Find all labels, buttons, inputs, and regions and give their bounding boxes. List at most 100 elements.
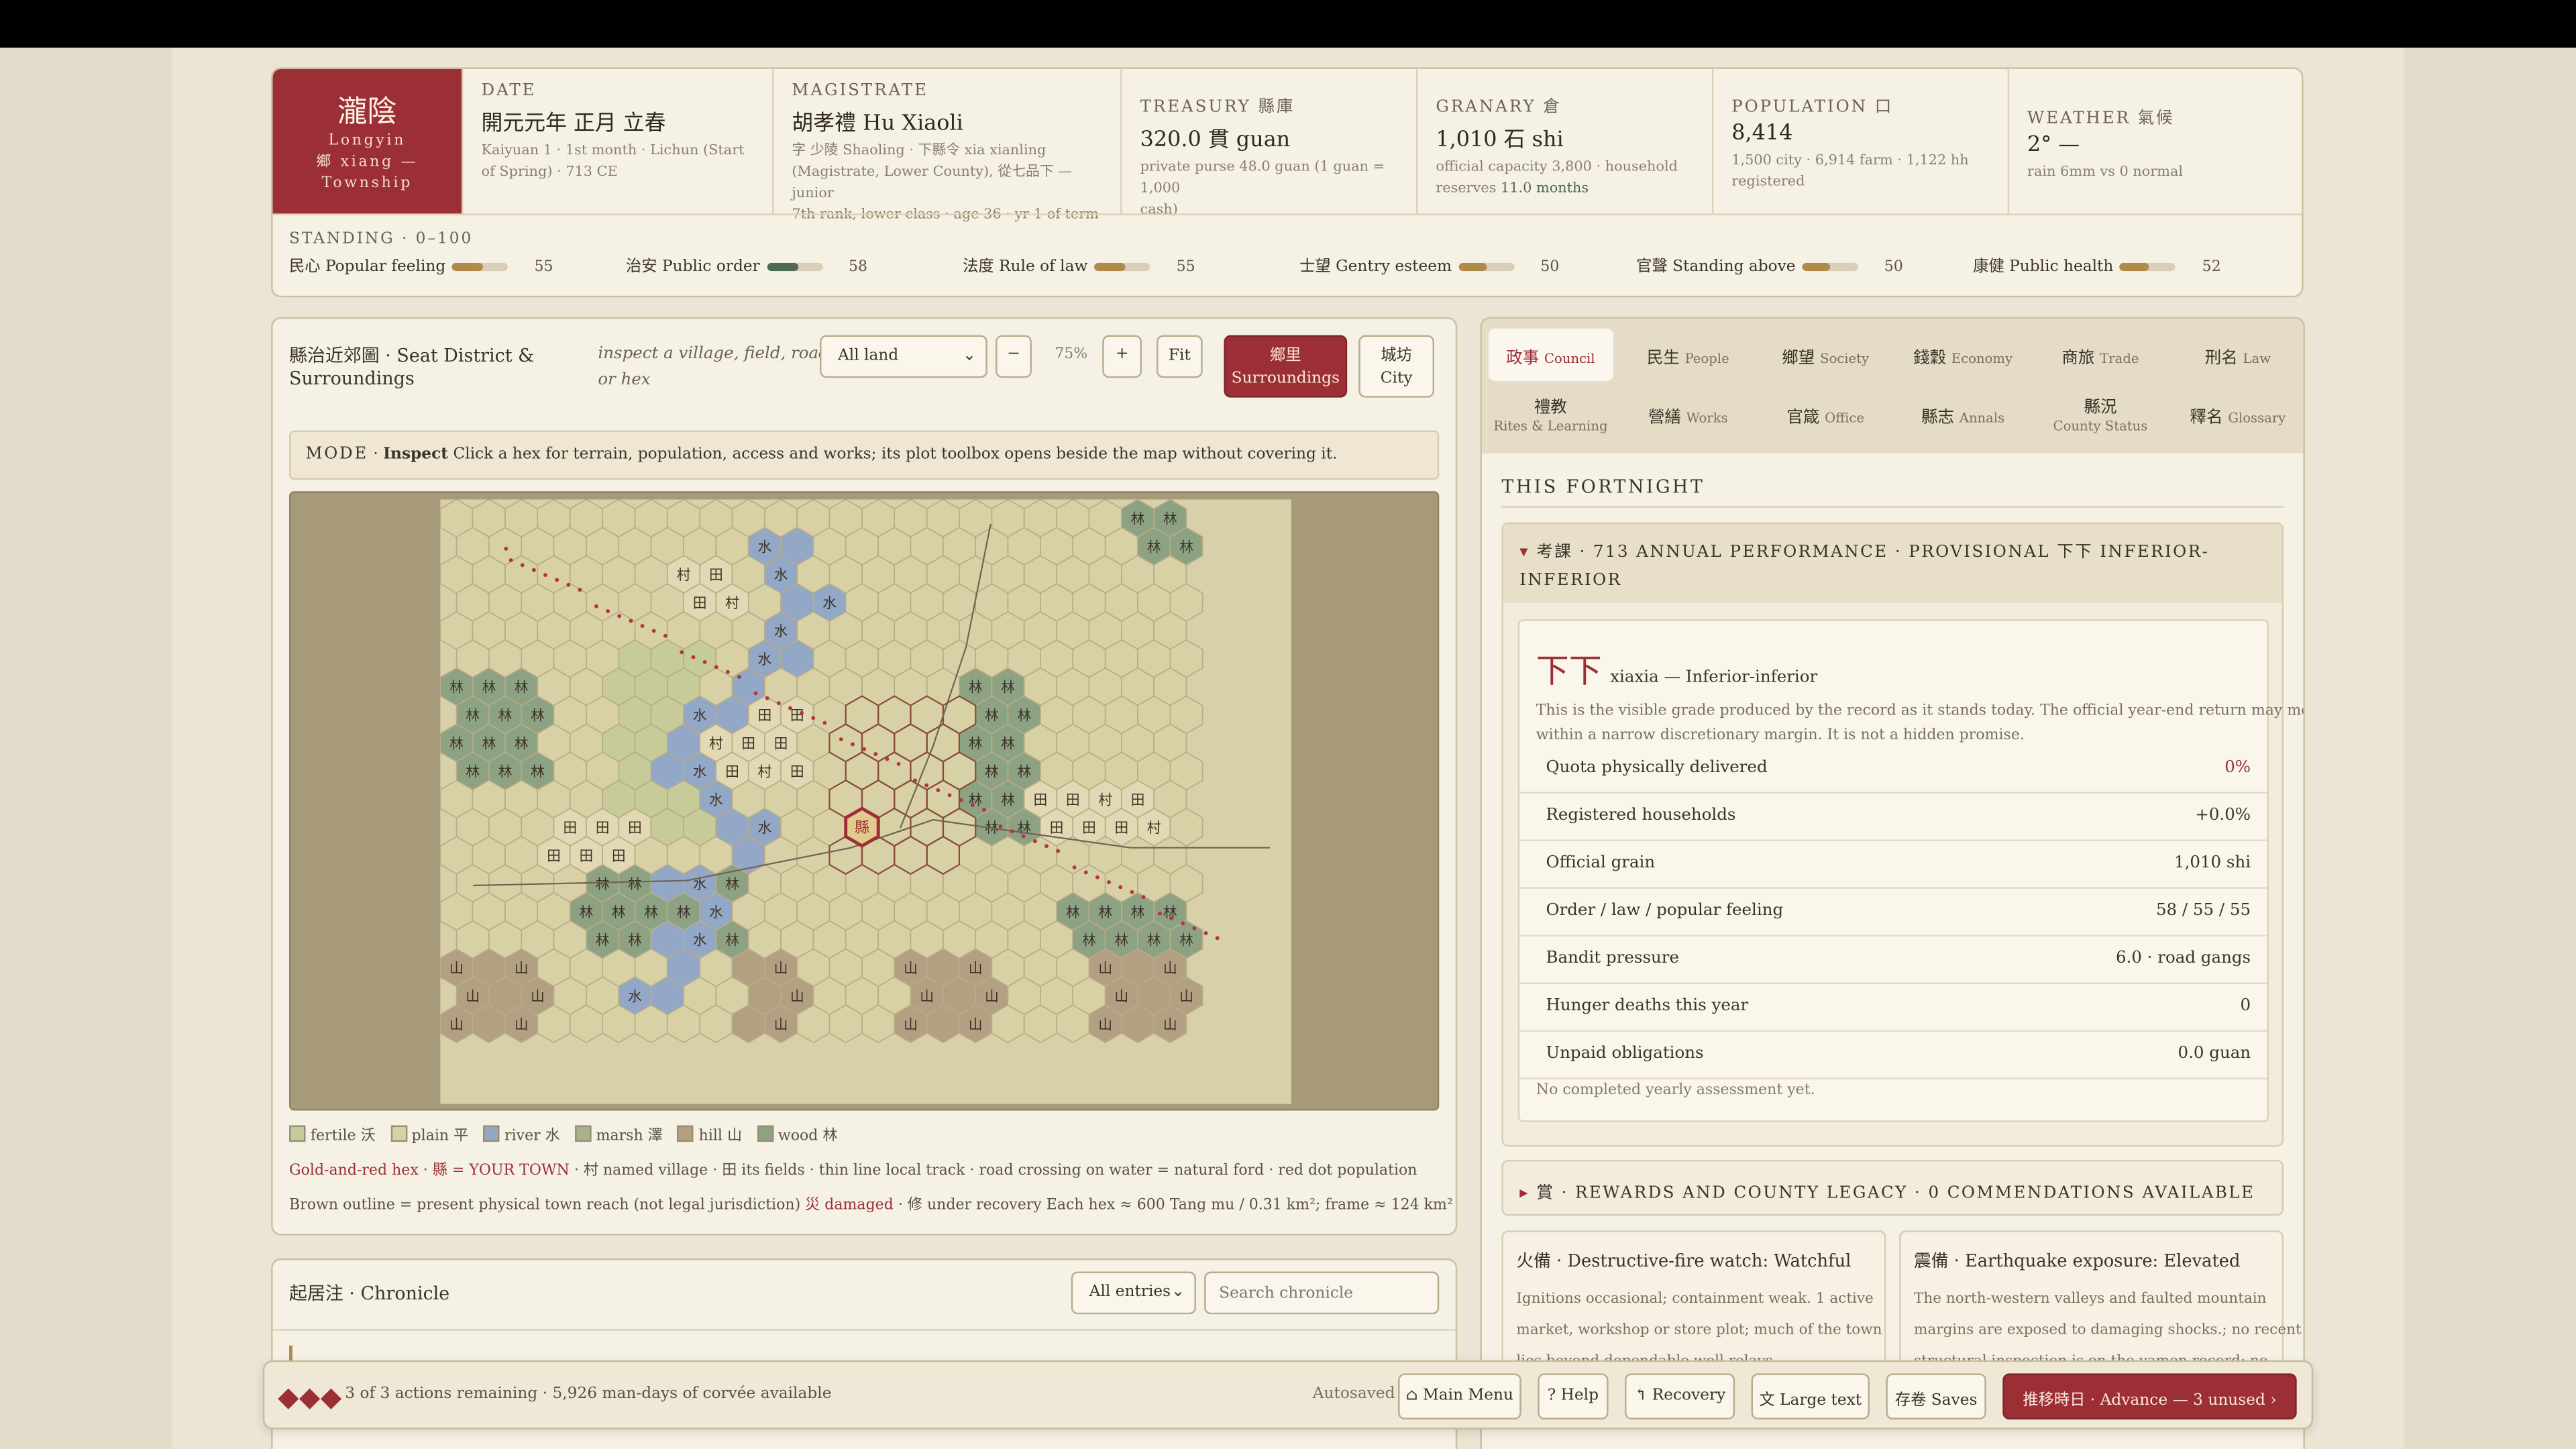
tab-works[interactable]: 營繕 Works [1626, 388, 1750, 440]
hex-glyph: 林 [531, 763, 545, 780]
magistrate-value: 胡孝禮 Hu Xiaoli [792, 111, 963, 137]
standing-item: 民心 Popular feeling 55 [289, 258, 553, 276]
population-dot [1141, 895, 1146, 900]
hex-glyph: 山 [774, 1016, 788, 1032]
tab-glossary[interactable]: 釋名 Glossary [2176, 388, 2300, 440]
population-dot [1021, 834, 1026, 839]
population-dot [594, 604, 598, 608]
hex-glyph: 林 [628, 876, 642, 892]
zoom-out-button[interactable]: − [996, 335, 1032, 378]
land-filter-select[interactable]: All land ⌄ [820, 335, 987, 378]
tab-office[interactable]: 官箴 Office [1764, 388, 1888, 440]
council-panel: 政事 Council 民生 People 鄉望 Society 錢穀 Economy 商… [1480, 317, 2305, 1449]
terrain-legend: fertile 沃 plain 平 river 水 marsh 澤 hill 山 wood… [289, 1124, 853, 1145]
tab-law[interactable]: 刑名 Law [2176, 329, 2300, 381]
advance-button[interactable]: 推移時日 · Advance — 3 unused › [2002, 1373, 2297, 1419]
weather-value: 2° — [2027, 133, 2080, 158]
hex-glyph: 田 [709, 567, 723, 583]
rewards-header[interactable]: ▸ 賞 · REWARDS AND COUNTY LEGACY · 0 COMM… [1501, 1159, 2284, 1216]
population-dot [1044, 844, 1049, 849]
population-dot [1181, 921, 1185, 926]
zoom-in-button[interactable]: + [1102, 335, 1142, 378]
hex-glyph: 田 [547, 848, 561, 864]
help-button[interactable]: ? Help [1538, 1373, 1609, 1419]
hex-glyph: 林 [1017, 763, 1031, 780]
township-kind2: Township [321, 176, 413, 193]
tab-council[interactable]: 政事 Council [1488, 328, 1613, 382]
performance-header[interactable]: ▾ 考課 · 713 ANNUAL PERFORMANCE · PROVISIO… [1503, 524, 2282, 603]
chronicle-search-input[interactable] [1204, 1271, 1440, 1315]
tab-economy[interactable]: 錢穀 Economy [1900, 329, 2025, 381]
performance-row: Quota physically delivered 0% [1519, 746, 2267, 794]
tab-people[interactable]: 民生 People [1626, 329, 1750, 381]
population-dot [617, 614, 622, 619]
hex-map[interactable]: 林林水林林村田水田村水水水林林林林林林林林水田田林林林林林村田田林林林林林水田村… [440, 499, 1291, 1104]
hex-glyph: 林 [498, 708, 513, 724]
hex-glyph: 村 [677, 567, 691, 583]
hex-glyph: 村 [1147, 820, 1161, 836]
hex-glyph: 山 [985, 988, 999, 1004]
hex-glyph: 林 [677, 904, 691, 920]
legend-item: fertile 沃 [289, 1125, 376, 1145]
hex-glyph: 林 [1082, 932, 1096, 949]
hex-glyph: 田 [563, 820, 577, 836]
hex-glyph: 水 [757, 651, 771, 667]
population-dot [578, 588, 582, 592]
weather-sub: rain 6mm vs 0 normal [2027, 164, 2184, 181]
zoom-level: 75% [1055, 346, 1088, 364]
legend-item: plain 平 [390, 1125, 468, 1145]
hex-glyph: 山 [531, 988, 545, 1004]
population-dot [1010, 829, 1014, 834]
surroundings-view-button[interactable]: 鄉里 Surroundings [1224, 335, 1348, 398]
hex-glyph: 田 [1131, 792, 1145, 808]
city-view-button[interactable]: 城坊 City [1358, 335, 1434, 398]
population-cell: POPULATION 口 8,414 1,500 city · 6,914 fa… [1711, 68, 2008, 214]
hex-glyph: 村 [1098, 792, 1112, 808]
population-dot [765, 696, 769, 700]
hex-glyph: 山 [449, 1016, 464, 1032]
chronicle-filter-select[interactable]: All entries ⌄ [1071, 1271, 1196, 1315]
date-value: 開元元年 正月 立春 [481, 111, 666, 137]
hex-glyph: 田 [790, 763, 804, 780]
hex-glyph: 田 [628, 820, 642, 836]
mode-bar: MODE · Inspect Click a hex for terrain, … [289, 430, 1440, 480]
population-dot [936, 788, 941, 792]
tab-annals[interactable]: 縣志 Annals [1900, 388, 2025, 440]
hex-glyph: 林 [449, 736, 464, 752]
action-bar: 3 of 3 actions remaining · 5,926 man-day… [262, 1360, 2314, 1430]
tab-society[interactable]: 鄉望 Society [1764, 329, 1888, 381]
hex-glyph: 林 [466, 708, 480, 724]
main-menu-button[interactable]: ⌂ Main Menu [1398, 1373, 1521, 1419]
granary-cell: GRANARY 倉 1,010 石 shi official capacity … [1416, 68, 1712, 214]
population-dot [606, 609, 610, 613]
population-dot [1072, 865, 1077, 870]
standing-bar [1802, 262, 1858, 272]
performance-row: Official grain 1,010 shi [1519, 841, 2267, 889]
hex-map-frame: 林林水林林村田水田村水水水林林林林林林林林水田田林林林林林村田田林林林林林水田村… [289, 491, 1440, 1111]
population-dot [508, 558, 513, 563]
granary-sub: official capacity 3,800 · household reser… [1436, 159, 1678, 197]
population-dot [691, 655, 696, 659]
hex-glyph: 山 [969, 961, 983, 977]
hex-glyph: 田 [757, 708, 771, 724]
hex-glyph: 田 [741, 736, 755, 752]
symbol-legend: Gold-and-red hex · 縣 = YOUR TOWN · 村 nam… [289, 1163, 1417, 1180]
tab-county-status[interactable]: 縣況 County Status [2038, 388, 2162, 440]
hex-glyph: 山 [904, 1016, 918, 1032]
population-dot [1107, 880, 1112, 885]
saves-button[interactable]: 存卷 Saves [1886, 1373, 1986, 1419]
hex-glyph: 林 [725, 876, 739, 892]
hex-glyph: 山 [774, 961, 788, 977]
hex-glyph: 山 [790, 988, 804, 1004]
fit-button[interactable]: Fit [1157, 335, 1203, 378]
tab-rites-learning[interactable]: 禮教 Rites & Learning [1489, 388, 1613, 440]
hex-glyph: 林 [628, 932, 642, 949]
population-dot [1056, 849, 1061, 853]
large-text-button[interactable]: 文 Large text [1751, 1373, 1870, 1419]
recovery-button[interactable]: ↰ Recovery [1625, 1373, 1735, 1419]
population-dot [651, 629, 656, 633]
township-romanized: Longyin [328, 133, 407, 150]
map-hint: inspect a village, field, road, or hex [598, 345, 835, 390]
tab-trade[interactable]: 商旅 Trade [2038, 329, 2162, 381]
hex-glyph: 田 [596, 820, 610, 836]
